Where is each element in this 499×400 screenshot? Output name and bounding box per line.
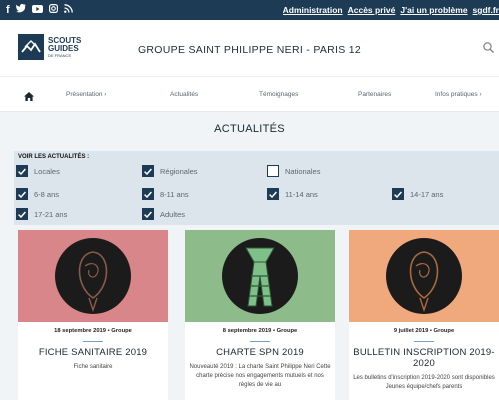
card-separator — [414, 341, 434, 342]
card-title[interactable]: FICHE SANITAIRE 2019 — [18, 347, 168, 358]
card-image[interactable] — [18, 230, 168, 322]
filter-17-21[interactable]: 17-21 ans — [16, 208, 67, 220]
news-card[interactable]: 9 juillet 2019 • Groupe BULLETIN INSCRIP… — [349, 230, 499, 400]
problem-link[interactable]: J'ai un problème — [400, 5, 467, 15]
site-title[interactable]: GROUPE SAINT PHILIPPE NERI - PARIS 12 — [0, 44, 499, 56]
instagram-icon[interactable] — [48, 0, 58, 20]
checkbox-checked-icon[interactable] — [142, 208, 154, 220]
youtube-icon[interactable] — [31, 0, 43, 20]
checkbox-checked-icon[interactable] — [16, 188, 28, 200]
admin-link[interactable]: Administration — [283, 5, 343, 15]
sgdf-link[interactable]: sgdf.fr — [473, 5, 499, 15]
filter-14-17[interactable]: 14-17 ans — [392, 188, 443, 200]
card-meta: 18 septembre 2019 • Groupe — [54, 328, 132, 334]
card-image[interactable] — [185, 230, 335, 322]
rope-knot-icon — [386, 238, 462, 314]
filter-label: Nationales — [285, 166, 321, 176]
card-excerpt: Les bulletins d'inscription 2019-2020 so… — [353, 375, 495, 390]
card-meta: 8 septembre 2019 • Groupe — [222, 328, 298, 334]
facebook-icon[interactable]: f — [6, 0, 10, 20]
card-title[interactable]: CHARTE SPN 2019 — [185, 347, 335, 358]
checkbox-checked-icon[interactable] — [142, 165, 154, 177]
filter-label: 11-14 ans — [285, 189, 318, 199]
private-access-link[interactable]: Accès privé — [348, 5, 396, 15]
card-separator — [83, 341, 103, 342]
home-icon[interactable] — [24, 88, 34, 106]
checkbox-checked-icon[interactable] — [392, 188, 404, 200]
page-title: ACTUALITÉS — [214, 123, 285, 135]
checkbox-checked-icon[interactable] — [267, 188, 279, 200]
card-meta: 9 juillet 2019 • Groupe — [393, 328, 455, 334]
news-card[interactable]: 8 septembre 2019 • Groupe CHARTE SPN 201… — [185, 230, 335, 400]
checkbox-checked-icon[interactable] — [16, 208, 28, 220]
site-header: SCOUTS GUIDES DE FRANCE GROUPE SAINT PHI… — [0, 20, 499, 77]
top-links: Administration Accès privé J'ai un probl… — [283, 5, 499, 15]
card-excerpt: Fiche sanitaire — [73, 364, 113, 370]
card-title[interactable]: BULLETIN INSCRIPTION 2019-2020 — [349, 347, 499, 369]
filter-6-8[interactable]: 6-8 ans — [16, 188, 59, 200]
filter-nationales[interactable]: Nationales — [267, 165, 320, 177]
filter-label: 14-17 ans — [410, 189, 444, 199]
checkbox-checked-icon[interactable] — [142, 188, 154, 200]
rope-knot-icon — [55, 238, 131, 314]
filter-8-11[interactable]: 8-11 ans — [142, 188, 189, 200]
checkbox-unchecked-icon[interactable] — [267, 165, 279, 177]
card-excerpt: Nouveauté 2019 : La charte Saint Philipp… — [189, 364, 331, 388]
nav-item-presentation[interactable]: Présentation › — [66, 91, 106, 98]
main-nav: Présentation › Actualités Témoignages Pa… — [0, 78, 499, 112]
checkbox-checked-icon[interactable] — [16, 165, 28, 177]
nav-item-partenaires[interactable]: Partenaires — [358, 91, 391, 98]
filter-label: 8-11 ans — [160, 189, 189, 199]
filter-label: Régionales — [160, 166, 198, 176]
social-links: f — [6, 0, 73, 20]
search-icon[interactable] — [483, 40, 494, 58]
nav-item-actualites[interactable]: Actualités — [170, 91, 198, 98]
card-image[interactable] — [349, 230, 499, 322]
scarf-icon — [222, 238, 298, 314]
filter-adultes[interactable]: Adultes — [142, 208, 185, 220]
filter-locales[interactable]: Locales — [16, 165, 60, 177]
top-bar: f Administration Accès privé J'ai un pro… — [0, 0, 499, 20]
filter-label: 17-21 ans — [34, 209, 68, 219]
filter-panel: VOIR LES ACTUALITÉS : Locales Régionales… — [14, 151, 499, 225]
card-separator — [250, 341, 270, 342]
filter-11-14[interactable]: 11-14 ans — [267, 188, 318, 200]
news-card[interactable]: 18 septembre 2019 • Groupe FICHE SANITAI… — [18, 230, 168, 400]
filter-label: Adultes — [160, 209, 186, 219]
filter-regionales[interactable]: Régionales — [142, 165, 198, 177]
filter-label: 6-8 ans — [34, 189, 60, 199]
nav-item-infos-pratiques[interactable]: Infos pratiques › — [435, 91, 482, 98]
filter-heading: VOIR LES ACTUALITÉS : — [18, 154, 90, 160]
filter-label: Locales — [34, 166, 60, 176]
nav-item-temoignages[interactable]: Témoignages — [259, 91, 298, 98]
twitter-icon[interactable] — [15, 0, 26, 20]
rss-icon[interactable] — [63, 0, 73, 20]
